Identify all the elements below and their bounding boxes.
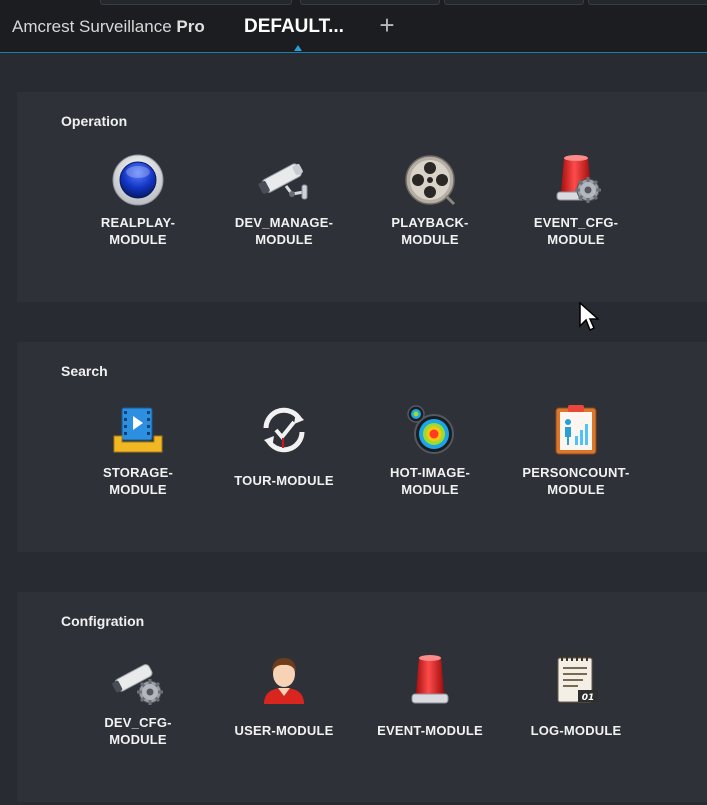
module-label: DEV_MANAGE- MODULE <box>234 215 334 247</box>
module-label: STORAGE- MODULE <box>103 465 173 497</box>
heatmap-icon <box>407 405 454 454</box>
module-user[interactable]: USER-MODULE <box>219 652 349 739</box>
module-label: HOT-IMAGE- MODULE <box>390 465 470 497</box>
mouse-cursor-icon <box>579 302 599 332</box>
background-tabs <box>0 0 707 5</box>
module-hot-image[interactable]: HOT-IMAGE- MODULE <box>365 402 495 498</box>
section-title: Search <box>61 363 108 379</box>
section-title: Configration <box>61 613 145 629</box>
active-tab-indicator <box>294 45 302 51</box>
log-icon-text: 01 <box>582 693 595 703</box>
film-reel-icon <box>405 155 456 206</box>
section-search: Search STORAGE- MODULE TOUR-MODULE HOT-I… <box>17 342 707 552</box>
module-label: EVENT-MODULE <box>377 723 483 738</box>
module-label: USER-MODULE <box>234 723 334 738</box>
section-configration: Configration DEV_CFG- MODULE USER-MODULE <box>17 592 707 802</box>
app-edition: Pro <box>176 17 205 36</box>
section-operation: Operation REALPLAY- MODULE DEV_MANAGE- M… <box>17 92 707 302</box>
alarm-gear-icon <box>556 155 601 203</box>
module-storage[interactable]: STORAGE- MODULE <box>73 402 203 498</box>
module-label: REALPLAY- MODULE <box>100 215 176 247</box>
section-title: Operation <box>61 113 128 129</box>
app-title: Amcrest Surveillance Pro <box>12 17 205 37</box>
module-personcount[interactable]: PERSONCOUNT- MODULE <box>511 402 641 498</box>
module-playback[interactable]: PLAYBACK- MODULE <box>365 152 495 248</box>
realplay-icon <box>112 154 164 206</box>
module-dev-manage[interactable]: DEV_MANAGE- MODULE <box>219 152 349 248</box>
app-name: Amcrest Surveillance <box>12 17 172 36</box>
camera-gear-icon <box>112 664 163 705</box>
module-event-cfg[interactable]: EVENT_CFG- MODULE <box>511 152 641 248</box>
add-tab-button[interactable]: + <box>376 12 398 38</box>
module-dev-cfg[interactable]: DEV_CFG- MODULE <box>73 652 203 748</box>
tour-refresh-icon <box>263 407 305 453</box>
camera-icon <box>258 163 308 200</box>
module-label: PLAYBACK- MODULE <box>391 215 469 247</box>
module-label: LOG-MODULE <box>530 723 622 738</box>
title-bar: Amcrest Surveillance Pro DEFAULT... + <box>0 0 707 53</box>
module-realplay[interactable]: REALPLAY- MODULE <box>73 152 203 248</box>
module-event[interactable]: EVENT-MODULE <box>365 652 495 739</box>
tab-default[interactable]: DEFAULT... <box>244 16 344 38</box>
module-label: PERSONCOUNT- MODULE <box>522 465 630 497</box>
log-document-icon: 01 <box>557 655 598 703</box>
module-label: TOUR-MODULE <box>234 473 334 488</box>
alarm-light-icon <box>411 655 449 704</box>
module-label: DEV_CFG- MODULE <box>104 715 172 747</box>
storage-video-icon <box>113 407 163 453</box>
module-label: EVENT_CFG- MODULE <box>533 215 619 247</box>
user-icon <box>264 658 304 704</box>
person-chart-icon <box>555 405 597 455</box>
module-log[interactable]: 01 LOG-MODULE <box>511 652 641 739</box>
module-tour[interactable]: TOUR-MODULE <box>219 402 349 489</box>
